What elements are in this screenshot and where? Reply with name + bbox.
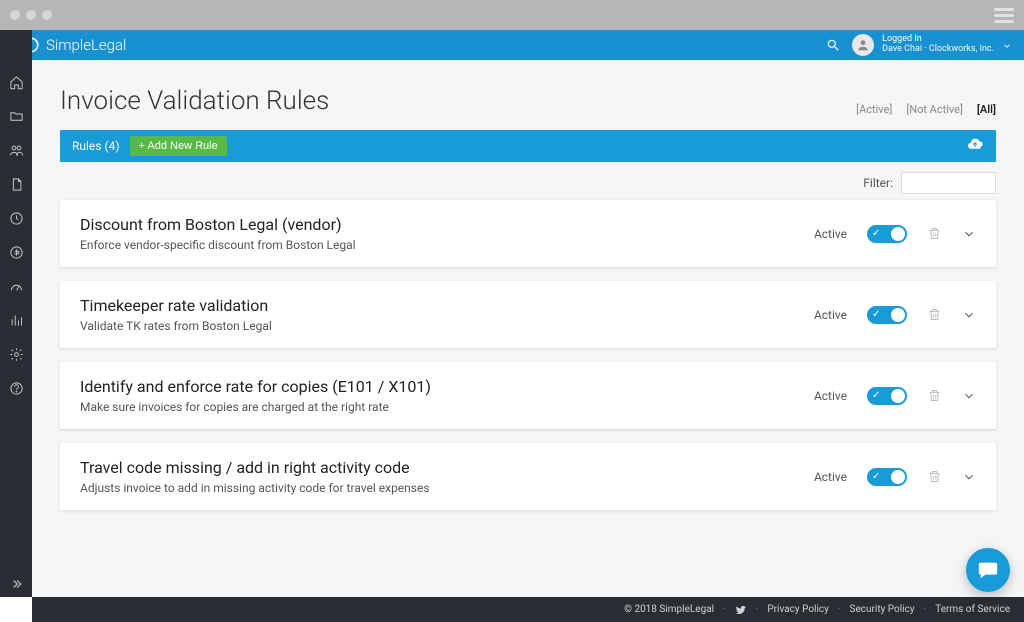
sidebar-item-settings[interactable]: [0, 342, 32, 366]
rules-count: Rules (4): [72, 139, 120, 153]
expand-rule-button[interactable]: [962, 470, 976, 484]
delete-rule-button[interactable]: [927, 226, 942, 241]
user-line: Dave Chai · Clockworks, Inc.: [882, 45, 994, 55]
trash-icon: [927, 469, 942, 484]
check-icon: ✓: [872, 229, 880, 239]
sidebar-item-people[interactable]: [0, 138, 32, 162]
page-title: Invoice Validation Rules: [60, 86, 329, 116]
rule-description: Validate TK rates from Boston Legal: [80, 319, 777, 333]
rule-status-label: Active: [797, 389, 847, 403]
footer-privacy-link[interactable]: Privacy Policy: [767, 604, 829, 615]
chat-icon: [977, 559, 999, 581]
footer-copyright: © 2018 SimpleLegal: [624, 604, 714, 615]
rule-card: Timekeeper rate validation Validate TK r…: [60, 281, 996, 348]
cloud-upload-icon[interactable]: [966, 136, 984, 157]
add-rule-button[interactable]: + Add New Rule: [130, 136, 227, 156]
chat-launcher[interactable]: [966, 548, 1010, 592]
delete-rule-button[interactable]: [927, 469, 942, 484]
trash-icon: [927, 307, 942, 322]
filter-label: Filter:: [863, 176, 893, 190]
browser-chrome: [0, 0, 1024, 30]
rule-card: Travel code missing / add in right activ…: [60, 443, 996, 510]
filter-active[interactable]: [Active]: [856, 103, 892, 116]
rule-description: Make sure invoices for copies are charge…: [80, 400, 777, 414]
expand-rule-button[interactable]: [962, 389, 976, 403]
trash-icon: [927, 388, 942, 403]
rule-active-toggle[interactable]: ✓: [867, 387, 907, 405]
status-filter-links: [Active] [Not Active] [All]: [856, 103, 996, 116]
sidebar-item-time[interactable]: [0, 206, 32, 230]
chrome-menu-icon[interactable]: [994, 8, 1014, 23]
rule-description: Enforce vendor-specific discount from Bo…: [80, 238, 777, 252]
rule-description: Adjusts invoice to add in missing activi…: [80, 481, 777, 495]
chevron-down-icon: [962, 470, 976, 484]
window-zoom-dot[interactable]: [42, 10, 52, 20]
chevron-down-icon: [962, 308, 976, 322]
main-content: Invoice Validation Rules [Active] [Not A…: [32, 60, 1024, 597]
rule-title: Discount from Boston Legal (vendor): [80, 215, 777, 234]
sidebar-collapse[interactable]: [0, 577, 32, 591]
trash-icon: [927, 226, 942, 241]
rule-title: Travel code missing / add in right activ…: [80, 458, 777, 477]
rule-title: Identify and enforce rate for copies (E1…: [80, 377, 777, 396]
rule-active-toggle[interactable]: ✓: [867, 225, 907, 243]
delete-rule-button[interactable]: [927, 307, 942, 322]
sidebar-item-help[interactable]: [0, 376, 32, 400]
rule-status-label: Active: [797, 308, 847, 322]
check-icon: ✓: [872, 472, 880, 482]
filter-not-active[interactable]: [Not Active]: [906, 103, 963, 116]
avatar: [852, 34, 874, 56]
sidebar-item-dashboard[interactable]: [0, 274, 32, 298]
window-close-dot[interactable]: [10, 10, 20, 20]
chevron-down-icon: [962, 227, 976, 241]
rule-active-toggle[interactable]: ✓: [867, 306, 907, 324]
sidebar-item-documents[interactable]: [0, 172, 32, 196]
user-text: Logged In Dave Chai · Clockworks, Inc.: [882, 35, 994, 55]
app-header: SimpleLegal Logged In Dave Chai · Clockw…: [0, 30, 1024, 60]
brand-logo[interactable]: SimpleLegal: [22, 36, 126, 54]
footer: © 2018 SimpleLegal · · Privacy Policy · …: [32, 597, 1024, 622]
expand-rule-button[interactable]: [962, 227, 976, 241]
rule-active-toggle[interactable]: ✓: [867, 468, 907, 486]
chevron-down-icon: [1002, 36, 1012, 55]
brand-name: SimpleLegal: [46, 36, 126, 54]
rule-title: Timekeeper rate validation: [80, 296, 777, 315]
rule-card: Identify and enforce rate for copies (E1…: [60, 362, 996, 429]
sidebar-item-reports[interactable]: [0, 308, 32, 332]
rule-card: Discount from Boston Legal (vendor) Enfo…: [60, 200, 996, 267]
user-menu[interactable]: Logged In Dave Chai · Clockworks, Inc.: [852, 34, 1012, 56]
chevron-down-icon: [962, 389, 976, 403]
delete-rule-button[interactable]: [927, 388, 942, 403]
rule-status-label: Active: [797, 227, 847, 241]
window-controls[interactable]: [10, 10, 52, 20]
filter-row: Filter:: [32, 162, 1024, 200]
rules-bar: Rules (4) + Add New Rule: [60, 130, 996, 162]
footer-security-link[interactable]: Security Policy: [850, 604, 915, 615]
expand-rule-button[interactable]: [962, 308, 976, 322]
filter-input[interactable]: [901, 172, 996, 194]
twitter-icon[interactable]: [735, 604, 747, 616]
sidebar-item-home[interactable]: [0, 70, 32, 94]
check-icon: ✓: [872, 310, 880, 320]
window-minimize-dot[interactable]: [26, 10, 36, 20]
rule-status-label: Active: [797, 470, 847, 484]
sidebar: [0, 30, 32, 597]
filter-all[interactable]: [All]: [977, 103, 996, 116]
check-icon: ✓: [872, 391, 880, 401]
rule-list: Discount from Boston Legal (vendor) Enfo…: [32, 200, 1024, 510]
sidebar-item-billing[interactable]: [0, 240, 32, 264]
sidebar-item-folder[interactable]: [0, 104, 32, 128]
search-icon[interactable]: [826, 38, 840, 52]
footer-terms-link[interactable]: Terms of Service: [935, 604, 1010, 615]
